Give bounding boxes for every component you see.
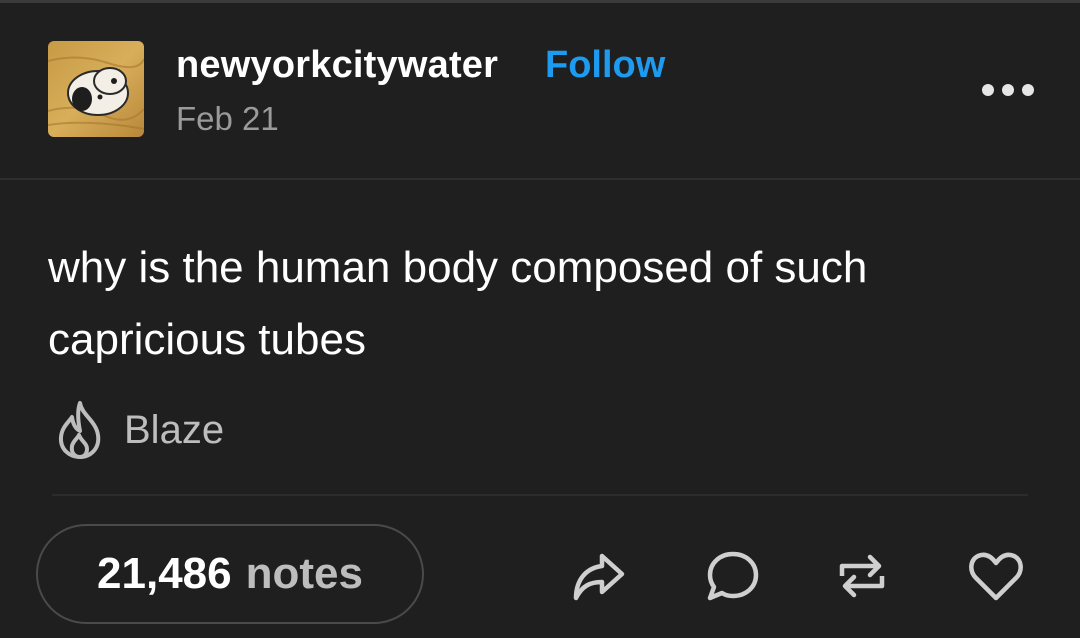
more-options-button[interactable] xyxy=(978,76,1038,104)
post-date: Feb 21 xyxy=(176,100,279,137)
notes-button[interactable]: 21,486 notes xyxy=(36,524,424,624)
footer-divider xyxy=(52,494,1028,496)
header-divider xyxy=(0,178,1080,180)
flame-icon xyxy=(58,401,101,459)
follow-button[interactable]: Follow xyxy=(545,44,665,87)
like-button[interactable] xyxy=(966,546,1026,606)
more-dots-icon xyxy=(982,84,1034,96)
notes-label: notes xyxy=(245,549,363,598)
post-body: why is the human body composed of such c… xyxy=(48,243,868,364)
heart-icon xyxy=(969,552,1023,601)
reblog-button[interactable] xyxy=(832,546,892,606)
reblog-icon xyxy=(839,554,885,598)
blaze-label: Blaze xyxy=(124,407,225,452)
avatar-image xyxy=(48,41,144,137)
avatar[interactable] xyxy=(48,41,144,137)
author-name[interactable]: newyorkcitywater xyxy=(176,44,498,87)
notes-count: 21,486 xyxy=(97,549,232,598)
post-header: newyorkcitywater Follow Feb 21 xyxy=(0,0,1080,178)
share-arrow-icon xyxy=(573,553,625,601)
speech-bubble-icon xyxy=(707,551,759,601)
share-button[interactable] xyxy=(568,546,628,606)
blaze-button[interactable]: Blaze xyxy=(52,398,224,462)
reply-button[interactable] xyxy=(702,546,762,606)
